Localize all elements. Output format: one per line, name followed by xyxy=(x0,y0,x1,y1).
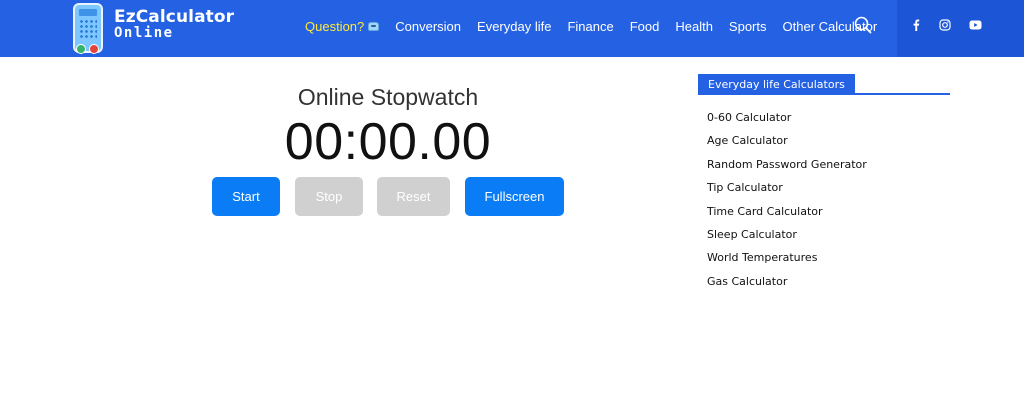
nav-item-finance[interactable]: Finance xyxy=(567,19,613,34)
stopwatch-section: Online Stopwatch 00:00.00 Start Stop Res… xyxy=(0,57,680,403)
sidebar-item-tip-calculator[interactable]: Tip Calculator xyxy=(707,180,950,203)
site-logo[interactable]: EzCalculator Online xyxy=(70,3,234,55)
nav-item-food[interactable]: Food xyxy=(630,19,660,34)
social-bar xyxy=(897,0,1024,57)
youtube-icon[interactable] xyxy=(967,17,983,33)
main-nav: Question? Conversion Everyday life Finan… xyxy=(305,16,893,36)
sidebar-item-time-card-calculator[interactable]: Time Card Calculator xyxy=(707,204,950,227)
sidebar-item-sleep-calculator[interactable]: Sleep Calculator xyxy=(707,227,950,250)
sidebar-item-gas-calculator[interactable]: Gas Calculator xyxy=(707,274,950,297)
nav-item-sports[interactable]: Sports xyxy=(729,19,767,34)
start-button[interactable]: Start xyxy=(212,177,280,216)
calculator-screen xyxy=(79,9,97,16)
nav-item-question[interactable]: Question? xyxy=(305,18,380,34)
logo-title: EzCalculator xyxy=(114,7,235,27)
calculator-keys xyxy=(79,19,97,39)
fullscreen-button[interactable]: Fullscreen xyxy=(465,177,564,216)
nav-item-everyday-life[interactable]: Everyday life xyxy=(477,19,551,34)
facebook-icon[interactable] xyxy=(908,17,924,33)
sidebar-item-random-password-generator[interactable]: Random Password Generator xyxy=(707,157,950,180)
robot-icon xyxy=(368,21,380,31)
plus-badge-icon xyxy=(76,44,86,54)
sidebar-list: 0-60 Calculator Age Calculator Random Pa… xyxy=(698,110,950,297)
sidebar-item-age-calculator[interactable]: Age Calculator xyxy=(707,133,950,156)
stop-button[interactable]: Stop xyxy=(295,177,363,216)
nav-item-health[interactable]: Health xyxy=(675,19,713,34)
sidebar-item-0-60-calculator[interactable]: 0-60 Calculator xyxy=(707,110,950,133)
nav-question-label: Question? xyxy=(305,18,365,34)
site-header: EzCalculator Online Question? Conversion… xyxy=(0,0,1024,57)
sidebar-heading-label: Everyday life Calculators xyxy=(698,74,855,95)
logo-subtitle: Online xyxy=(114,25,174,41)
instagram-icon[interactable] xyxy=(937,17,953,33)
sidebar-heading: Everyday life Calculators xyxy=(698,74,950,95)
sidebar-item-world-temperatures[interactable]: World Temperatures xyxy=(707,250,950,273)
reset-button[interactable]: Reset xyxy=(377,177,450,216)
sidebar-widget: Everyday life Calculators 0-60 Calculato… xyxy=(698,74,950,297)
page-title: Online Stopwatch xyxy=(297,84,479,110)
stopwatch-display: 00:00.00 xyxy=(284,113,492,171)
minus-badge-icon xyxy=(89,44,99,54)
nav-item-conversion[interactable]: Conversion xyxy=(395,19,461,34)
search-icon[interactable] xyxy=(854,16,872,34)
